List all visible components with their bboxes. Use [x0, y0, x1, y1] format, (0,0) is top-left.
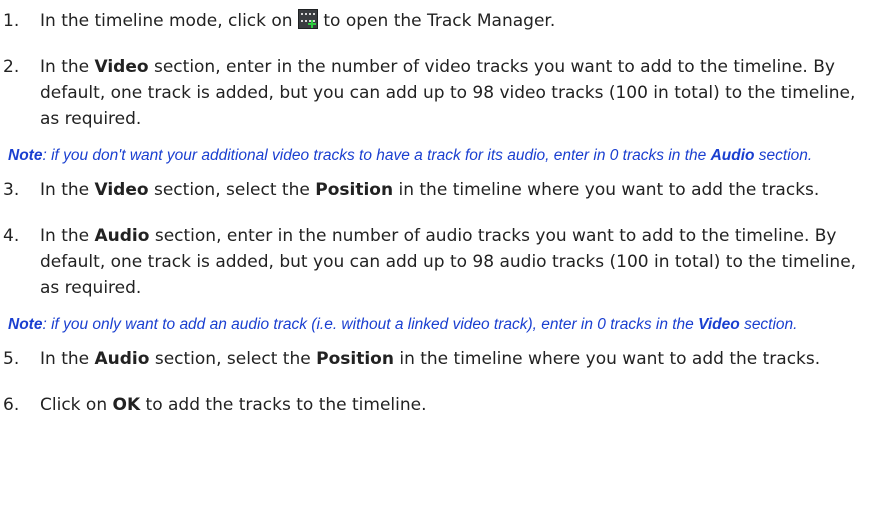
note-bold-term: Audio — [710, 147, 755, 164]
step-bold-term: Video — [94, 57, 149, 77]
step-text: section, enter in the number of video tr… — [40, 57, 856, 129]
step-text: in the timeline where you want to add th… — [398, 180, 820, 200]
step-number: 2. — [3, 57, 20, 77]
note-2: Note: if you only want to add an audio t… — [0, 313, 882, 336]
step-2: 2. In the Video section, enter in the nu… — [0, 54, 882, 132]
note-text: : if you only want to add an audio track… — [42, 316, 694, 333]
step-bold-term: Video — [94, 180, 149, 200]
step-1: 1. In the timeline mode, click on to ope… — [0, 8, 882, 34]
step-text: In the — [40, 57, 90, 77]
step-bold-term: Audio — [94, 226, 150, 246]
note-label: Note — [8, 147, 43, 164]
step-bold-term: Position — [316, 349, 394, 369]
step-5: 5. In the Audio section, select the Posi… — [0, 346, 882, 372]
note-text: section. — [758, 147, 813, 164]
step-6: 6. Click on OK to add the tracks to the … — [0, 392, 882, 418]
step-number: 1. — [3, 11, 20, 31]
step-text: section, select the — [153, 180, 310, 200]
step-text: section, enter in the number of audio tr… — [40, 226, 857, 298]
instructions-document: 1. In the timeline mode, click on to ope… — [0, 0, 882, 418]
step-bold-term: Audio — [94, 349, 150, 369]
step-bold-term: OK — [112, 395, 141, 415]
step-number: 3. — [3, 180, 20, 200]
step-text: In the — [40, 180, 90, 200]
note-1: Note: if you don't want your additional … — [0, 144, 882, 167]
step-3: 3. In the Video section, select the Posi… — [0, 177, 882, 203]
step-text: to open the Track Manager. — [323, 11, 556, 31]
step-text: Click on — [40, 395, 108, 415]
step-text: to add the tracks to the timeline. — [145, 395, 427, 415]
step-text: section, select the — [154, 349, 311, 369]
step-text: In the — [40, 349, 90, 369]
step-4: 4. In the Audio section, enter in the nu… — [0, 223, 882, 301]
note-text: section. — [744, 316, 798, 333]
note-text: : if you don't want your additional vide… — [42, 147, 707, 164]
step-number: 6. — [3, 395, 20, 415]
track-manager-icon — [297, 9, 318, 29]
step-number: 5. — [3, 349, 20, 369]
step-text: In the timeline mode, click on — [40, 11, 293, 31]
step-text: In the — [40, 226, 90, 246]
step-text: in the timeline where you want to add th… — [399, 349, 821, 369]
step-bold-term: Position — [315, 180, 394, 200]
note-label: Note — [8, 316, 43, 333]
step-number: 4. — [3, 226, 20, 246]
note-bold-term: Video — [698, 316, 740, 333]
